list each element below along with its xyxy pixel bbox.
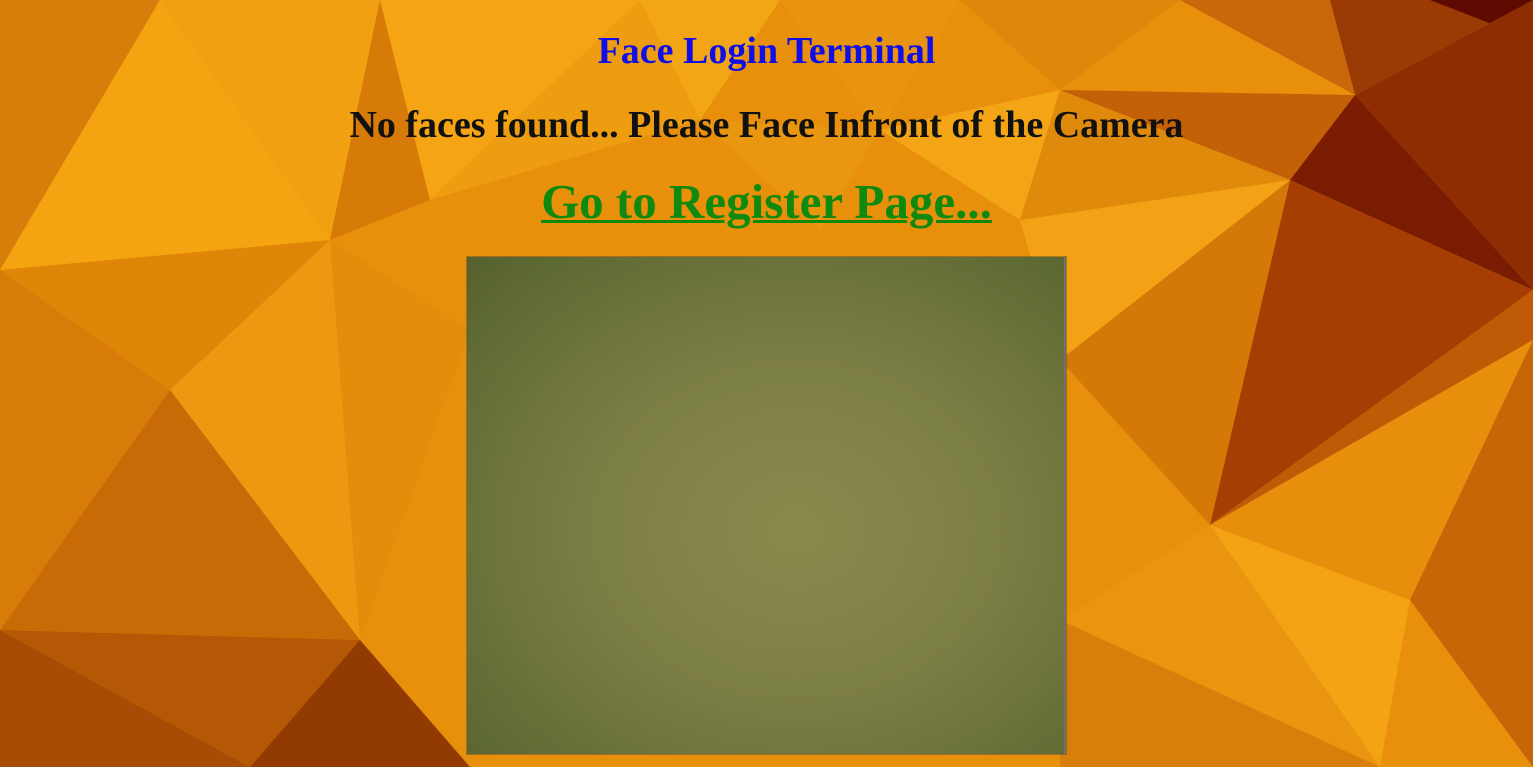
page-title: Face Login Terminal [597,30,936,72]
login-terminal: Face Login Terminal No faces found... Pl… [0,0,1533,767]
face-detection-status: No faces found... Please Face Infront of… [349,104,1184,146]
webcam-feed [467,257,1066,754]
camera-frame-edge [1064,257,1066,754]
register-page-link[interactable]: Go to Register Page... [541,174,992,229]
register-link-container: Go to Register Page... [0,172,1533,232]
